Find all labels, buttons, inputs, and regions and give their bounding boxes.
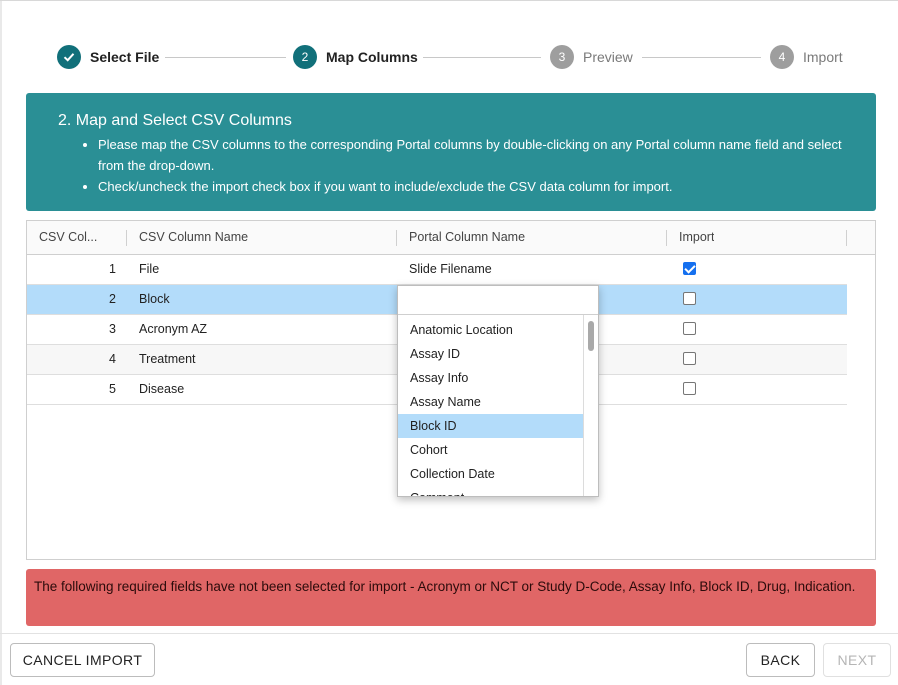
step-import: 4 Import [770,44,843,70]
dropdown-option[interactable]: Assay ID [398,342,583,366]
import-checkbox[interactable] [683,292,696,305]
dropdown-option[interactable]: Assay Name [398,390,583,414]
step-label: Preview [583,49,633,65]
step-select-file: Select File [57,44,159,70]
cell-csv-name: Treatment [139,352,196,366]
cell-csv-col: 2 [109,292,116,306]
stepper: Select File 2 Map Columns 3 Preview 4 Im… [0,44,898,70]
validation-error-banner: The following required fields have not b… [26,569,876,626]
dropdown-option[interactable]: Anatomic Location [398,318,583,342]
footer-divider [0,633,898,634]
header-csv-col[interactable]: CSV Col... [39,221,117,254]
dropdown-option[interactable]: Assay Info [398,366,583,390]
dropdown-option-selected[interactable]: Block ID [398,414,583,438]
cell-csv-name: File [139,262,160,276]
instructions-title: 2. Map and Select CSV Columns [58,112,292,129]
error-message: The following required fields have not b… [34,579,856,594]
header-portal-name[interactable]: Portal Column Name [409,221,525,254]
dropdown-option[interactable]: Cohort [398,438,583,462]
cell-portal-name[interactable]: Slide Filename [409,255,492,284]
instruction-item: Check/uncheck the import check box if yo… [98,176,856,197]
table-header: CSV Col... CSV Column Name Portal Column… [27,221,875,255]
instruction-item: Please map the CSV columns to the corres… [98,134,856,176]
step-number: 3 [550,45,574,69]
dropdown-option[interactable]: Comment [398,486,583,496]
cell-csv-col: 1 [109,262,116,276]
table-row[interactable]: 1 File Slide Filename [27,255,847,285]
column-resize-handle[interactable] [396,230,397,246]
column-resize-handle[interactable] [666,230,667,246]
cell-csv-col: 4 [109,352,116,366]
column-resize-handle[interactable] [126,230,127,246]
step-label: Import [803,49,843,65]
cell-csv-name: Disease [139,382,185,396]
import-checkbox[interactable] [683,382,696,395]
dialog-top-edge [0,0,898,1]
step-number: 4 [770,45,794,69]
back-button[interactable]: BACK [746,643,815,677]
step-label: Select File [90,49,160,65]
step-connector [642,57,761,58]
cell-csv-col: 3 [109,322,116,336]
cell-csv-name: Acronym AZ [139,322,208,336]
dropdown-search-field[interactable] [398,286,598,315]
dialog-left-edge [0,0,2,685]
step-connector [423,57,541,58]
step-map-columns: 2 Map Columns [293,44,418,70]
portal-column-dropdown[interactable]: Anatomic Location Assay ID Assay Info As… [397,285,599,497]
check-icon [57,45,81,69]
instructions-banner: 2. Map and Select CSV Columns Please map… [26,93,876,211]
scrollbar-thumb[interactable] [588,321,594,351]
import-checkbox[interactable] [683,352,696,365]
column-resize-handle[interactable] [846,230,847,246]
cell-csv-col: 5 [109,382,116,396]
import-checkbox[interactable] [683,322,696,335]
next-button[interactable]: NEXT [823,643,891,677]
import-checkbox[interactable] [683,262,696,275]
dropdown-option[interactable]: Collection Date [398,462,583,486]
dropdown-options-list[interactable]: Anatomic Location Assay ID Assay Info As… [398,315,584,496]
step-preview: 3 Preview [550,44,633,70]
dropdown-scrollbar[interactable] [584,315,598,496]
header-import[interactable]: Import [679,221,714,254]
cancel-import-button[interactable]: CANCEL IMPORT [10,643,155,677]
step-number: 2 [293,45,317,69]
step-connector [165,57,286,58]
step-label: Map Columns [326,49,418,65]
cell-csv-name: Block [139,292,170,306]
header-csv-name[interactable]: CSV Column Name [139,221,248,254]
instructions-list: Please map the CSV columns to the corres… [58,134,856,197]
